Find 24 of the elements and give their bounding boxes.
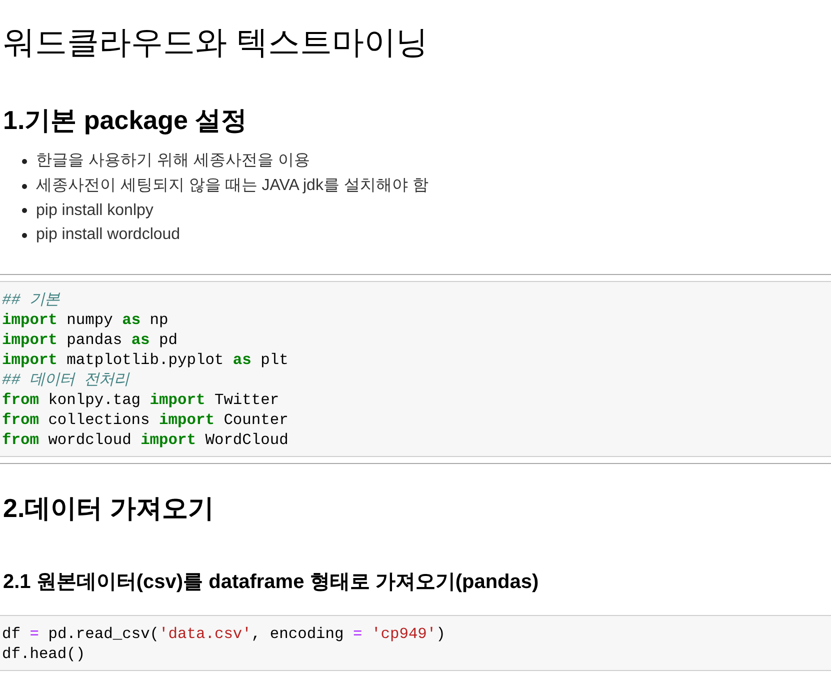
code-cell[interactable]: df = pd.read_csv('data.csv', encoding = 'cp949') df.head() xyxy=(0,614,831,671)
code-line: ## 데이터 전처리 xyxy=(2,370,131,390)
code-line: import matplotlib.pyplot as plt xyxy=(2,350,290,370)
list-item-text: 한글을 사용하기 위해 세종사전을 이용 xyxy=(36,151,310,172)
code-line: ## 기본 xyxy=(2,290,61,310)
section-heading: 1.기본 package 설정 xyxy=(3,105,248,136)
page-title: 워드클라우드와 텍스트마이닝 xyxy=(3,23,429,61)
code-line: df.head() xyxy=(2,644,86,664)
code-cell[interactable]: ## 기본 import numpy as np import pandas as pd import matplotlib.pyplot as plt ## 데이터 전처리 from konlpy.tag import Twitter from collections import Counter from wordcloud import WordCloud xyxy=(0,280,831,457)
code-line: import numpy as np xyxy=(2,310,170,330)
bullet-icon xyxy=(22,208,27,214)
bullet-icon xyxy=(22,158,27,164)
list-item-text: pip install konlpy xyxy=(36,200,154,221)
list-item-text: 세종사전이 세팅되지 않을 때는 JAVA jdk를 설치해야 함 xyxy=(36,176,428,196)
section-heading: 2.데이터 가져오기 xyxy=(3,492,215,524)
code-line: import pandas as pd xyxy=(2,330,179,350)
bullet-icon xyxy=(22,232,27,238)
code-line: df = pd.read_csv('data.csv', encoding = 'cp949') xyxy=(2,624,446,644)
code-line: from wordcloud import WordCloud xyxy=(2,430,290,450)
code-line: from konlpy.tag import Twitter xyxy=(2,390,280,410)
code-line: from collections import Counter xyxy=(2,410,290,430)
bullet-icon xyxy=(22,184,27,189)
list-item-text: pip install wordcloud xyxy=(36,225,180,246)
subsection-heading: 2.1 원본데이터(csv)를 dataframe 형태로 가져오기(pandas) xyxy=(3,570,540,594)
